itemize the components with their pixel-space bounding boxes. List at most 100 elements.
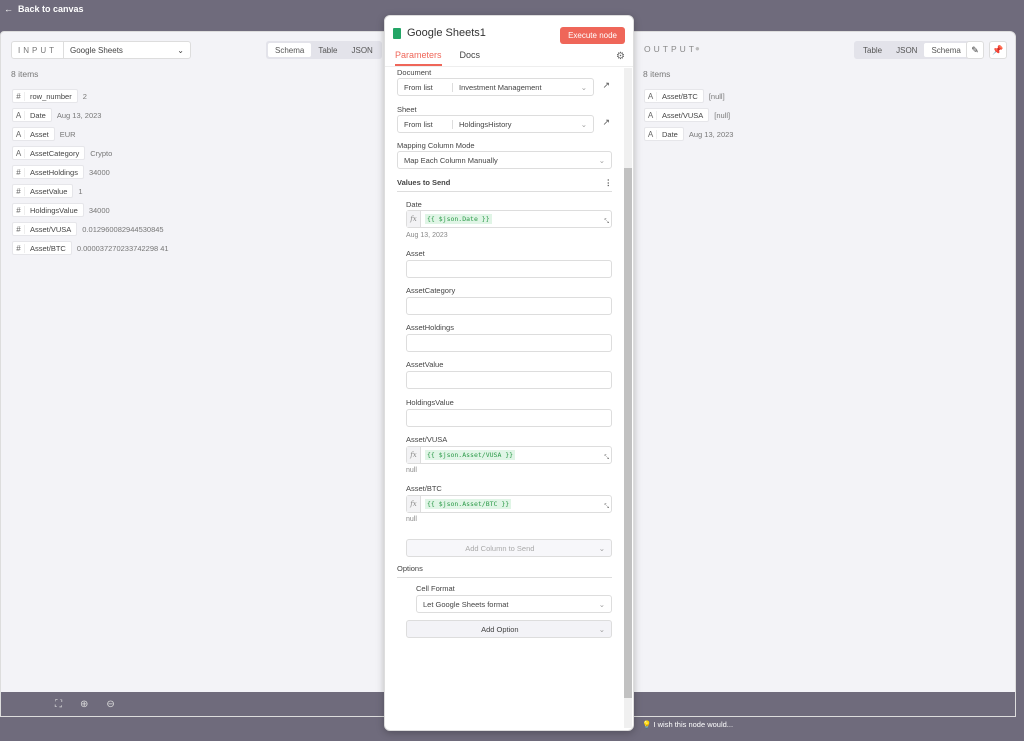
field-key: row_number	[30, 91, 72, 101]
node-title[interactable]: Google Sheets1	[407, 27, 486, 39]
zoom-in-icon[interactable]: ⊕	[80, 699, 88, 710]
field-value: 0.000037270233742298 41	[76, 243, 169, 253]
fx-icon: fx	[407, 447, 421, 463]
add-column-select[interactable]: Add Column to Send ⌄	[406, 539, 612, 557]
input-source-select[interactable]: Google Sheets ⌄	[64, 46, 190, 55]
asset-holdings-label: AssetHoldings	[406, 323, 454, 332]
date-expression-input[interactable]: fx{{ $json.Date }} ⤡	[406, 210, 612, 228]
type-icon: A	[645, 110, 657, 120]
tab-parameters[interactable]: Parameters	[395, 50, 442, 66]
schema-field[interactable]: # HoldingsValue 34000	[12, 203, 169, 217]
schema-field[interactable]: A Date Aug 13, 2023	[12, 108, 169, 122]
asset-value-input[interactable]	[406, 371, 612, 389]
tab-table[interactable]: Table	[856, 43, 889, 57]
schema-field[interactable]: # AssetHoldings 34000	[12, 165, 169, 179]
field-value: 34000	[88, 167, 110, 177]
tab-schema[interactable]: Schema	[924, 43, 968, 57]
field-key: HoldingsValue	[30, 205, 78, 215]
type-icon: #	[13, 91, 25, 101]
item-count: 8 items	[11, 69, 39, 79]
document-select[interactable]: From list Investment Management ⌄	[397, 78, 594, 96]
field-value: [null]	[714, 110, 731, 120]
sheet-select[interactable]: From list HoldingsHistory ⌄	[397, 115, 594, 133]
input-panel: INPUT Google Sheets ⌄ Schema Table JSON 8…	[0, 31, 386, 717]
gear-icon[interactable]: ⚙	[616, 51, 625, 62]
field-value: [null]	[708, 91, 725, 101]
schema-field[interactable]: A Asset/VUSA [null]	[644, 108, 733, 122]
field-key: Asset	[30, 129, 49, 139]
input-label: INPUT	[12, 42, 64, 58]
tab-json[interactable]: JSON	[889, 43, 924, 57]
zoom-out-icon[interactable]: ⊖	[106, 699, 114, 710]
document-label: Document	[397, 68, 432, 77]
output-panel: OUTPUT ● Table JSON Schema ✎ 📌 8 items A…	[632, 31, 1016, 717]
type-icon: A	[13, 110, 25, 120]
schema-field[interactable]: # Asset/VUSA 0.012960082944530845	[12, 222, 169, 236]
chevron-down-icon: ⌄	[598, 155, 605, 165]
field-value: Aug 13, 2023	[688, 129, 734, 139]
type-icon: A	[13, 148, 25, 158]
add-option-button[interactable]: Add Option ⌄	[406, 620, 612, 638]
edit-output-button[interactable]: ✎	[966, 41, 984, 59]
expand-icon[interactable]: ⤡	[604, 455, 609, 462]
type-icon: A	[645, 129, 657, 139]
schema-field[interactable]: # AssetValue 1	[12, 184, 169, 198]
asset-vusa-label: Asset/VUSA	[406, 435, 448, 444]
holdings-value-input[interactable]	[406, 409, 612, 427]
pencil-icon: ✎	[971, 44, 979, 55]
mapping-label: Mapping Column Mode	[397, 141, 475, 150]
schema-field[interactable]: # Asset/BTC 0.000037270233742298 41	[12, 241, 169, 255]
asset-vusa-expression-input[interactable]: fx{{ $json.Asset/VUSA }} ⤡	[406, 446, 612, 464]
execute-node-button[interactable]: Execute node	[560, 27, 625, 44]
scrollbar[interactable]	[624, 68, 632, 728]
field-value: 1	[78, 186, 83, 196]
type-icon: #	[13, 243, 25, 253]
schema-field[interactable]: A Asset EUR	[12, 127, 169, 141]
type-icon: #	[13, 167, 25, 177]
tab-table[interactable]: Table	[311, 43, 344, 57]
tab-json[interactable]: JSON	[344, 43, 379, 57]
type-icon: #	[13, 224, 25, 234]
type-icon: #	[13, 205, 25, 215]
type-icon: A	[13, 129, 25, 139]
cell-format-select[interactable]: Let Google Sheets format ⌄	[416, 595, 612, 613]
asset-btc-label: Asset/BTC	[406, 484, 442, 493]
field-key: Date	[30, 110, 46, 120]
values-to-send-header: Values to Send ⋮	[397, 178, 612, 192]
tab-schema[interactable]: Schema	[268, 43, 312, 57]
feedback-link[interactable]: 💡 I wish this node would...	[642, 720, 733, 729]
fit-view-icon[interactable]: ⛶	[55, 699, 62, 710]
more-options-icon[interactable]: ⋮	[605, 178, 613, 187]
schema-field[interactable]: A Asset/BTC [null]	[644, 89, 733, 103]
asset-category-label: AssetCategory	[406, 286, 456, 295]
schema-field[interactable]: A AssetCategory Crypto	[12, 146, 169, 160]
expand-icon[interactable]: ⤡	[604, 219, 609, 226]
fx-icon: fx	[407, 211, 421, 227]
holdings-value-label: HoldingsValue	[406, 398, 454, 407]
asset-holdings-input[interactable]	[406, 334, 612, 352]
external-link-icon[interactable]: ↗	[602, 117, 610, 128]
back-to-canvas-button[interactable]: ← Back to canvas	[4, 4, 84, 14]
asset-btc-expression-input[interactable]: fx{{ $json.Asset/BTC }} ⤡	[406, 495, 612, 513]
field-key: Date	[662, 129, 678, 139]
asset-label: Asset	[406, 249, 425, 258]
field-key: Asset/BTC	[662, 91, 698, 101]
schema-field[interactable]: A Date Aug 13, 2023	[644, 127, 733, 141]
item-count: 8 items	[643, 69, 671, 79]
date-result: Aug 13, 2023	[406, 232, 448, 239]
expand-icon[interactable]: ⤡	[604, 504, 609, 511]
asset-category-input[interactable]	[406, 297, 612, 315]
external-link-icon[interactable]: ↗	[602, 80, 610, 91]
chevron-down-icon: ⌄	[598, 543, 605, 553]
field-key: AssetValue	[30, 186, 68, 196]
field-key: AssetCategory	[30, 148, 80, 158]
pin-data-button[interactable]: 📌	[989, 41, 1007, 59]
info-icon[interactable]: ●	[695, 44, 700, 53]
asset-input[interactable]	[406, 260, 612, 278]
field-key: Asset/VUSA	[662, 110, 704, 120]
field-value: 2	[82, 91, 87, 101]
schema-field[interactable]: # row_number 2	[12, 89, 169, 103]
mapping-mode-select[interactable]: Map Each Column Manually ⌄	[397, 151, 612, 169]
type-icon: A	[645, 91, 657, 101]
tab-docs[interactable]: Docs	[460, 50, 481, 66]
